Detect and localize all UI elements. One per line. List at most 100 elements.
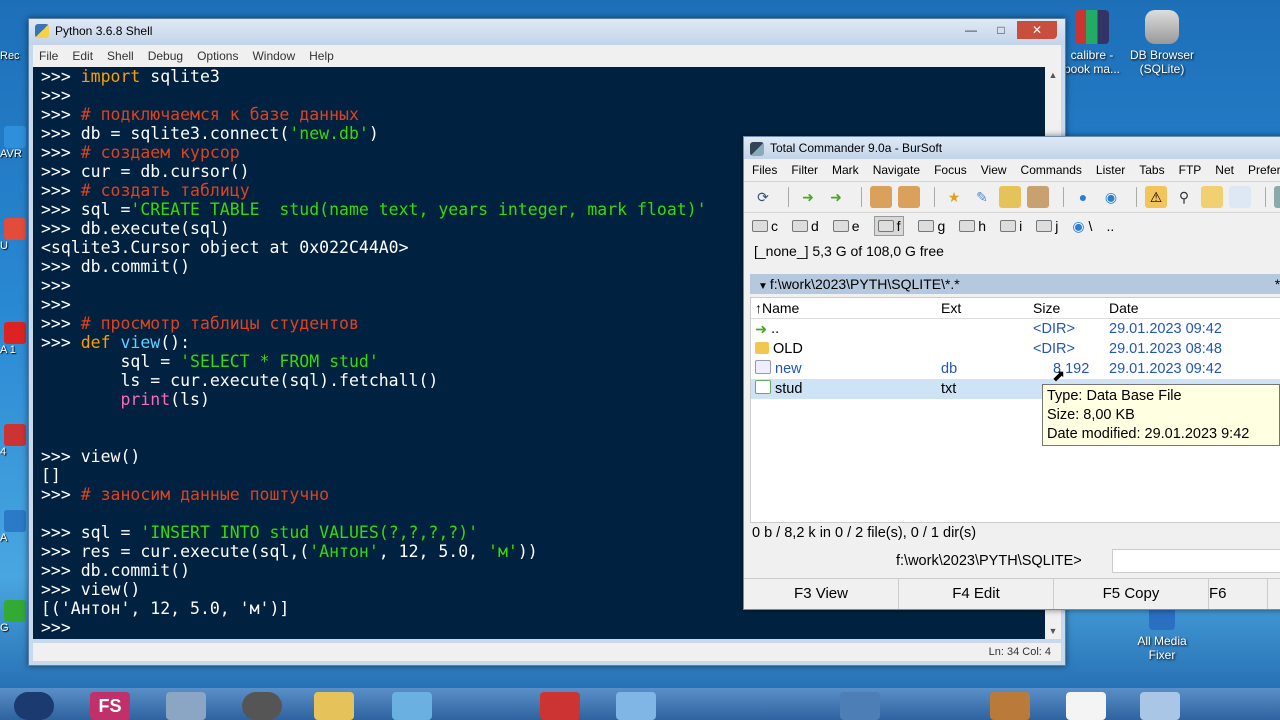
refresh-icon[interactable]: ⟳ — [752, 186, 774, 208]
tc-menu-tabs[interactable]: Tabs — [1139, 163, 1164, 177]
column-date[interactable]: Date — [1109, 298, 1269, 318]
code-token: >>> res = cur.execute(sql,( — [41, 542, 310, 561]
scroll-down-icon[interactable]: ▼ — [1045, 623, 1061, 639]
file-row[interactable]: OLD <DIR> 29.01.2023 08:48 — [751, 339, 1280, 359]
f5-copy-button[interactable]: F5 Copy — [1054, 579, 1209, 609]
taskbar-capture-icon[interactable] — [540, 692, 580, 720]
history-dropdown-icon[interactable]: ▼ — [758, 281, 768, 292]
menu-help[interactable]: Help — [303, 49, 342, 63]
sync-icon[interactable]: ◉ — [1100, 186, 1122, 208]
pencil-icon[interactable]: ✎ — [971, 186, 993, 208]
tc-menu-navigate[interactable]: Navigate — [873, 163, 920, 177]
python-shell-titlebar[interactable]: Python 3.6.8 Shell — □ ✕ — [29, 19, 1065, 45]
drive-g[interactable]: g — [918, 218, 945, 234]
desktop-icon-label: A 1 — [0, 344, 16, 356]
desktop-icon-avr[interactable]: AVR — [0, 126, 30, 160]
taskbar-folder-icon[interactable] — [314, 692, 354, 720]
taskbar-paint-icon[interactable] — [616, 692, 656, 720]
drive-j[interactable]: j — [1036, 218, 1058, 234]
path-bar[interactable]: ▼f:\work\2023\PYTH\SQLITE\*.* * ▼ — [750, 274, 1280, 294]
f4-edit-button[interactable]: F4 Edit — [899, 579, 1054, 609]
menu-shell[interactable]: Shell — [101, 49, 142, 63]
code-token: view — [120, 333, 161, 352]
taskbar-app-icon-2[interactable] — [840, 692, 880, 720]
tc-menu-lister[interactable]: Lister — [1096, 163, 1125, 177]
code-token: >>> db = sqlite3.connect( — [41, 124, 290, 143]
desktop-icon-db-browser[interactable]: DB Browser (SQLite) — [1122, 10, 1202, 76]
unpack-icon[interactable] — [898, 186, 920, 208]
desktop-icon-a1[interactable]: A 1 — [0, 322, 30, 356]
warning-icon[interactable]: ⚠ — [1145, 186, 1167, 208]
pack-icon[interactable] — [870, 186, 892, 208]
start-button[interactable] — [14, 692, 54, 720]
file-row[interactable]: new db 8 192 29.01.2023 09:42 — [751, 359, 1280, 379]
menu-options[interactable]: Options — [191, 49, 246, 63]
tc-titlebar[interactable]: Total Commander 9.0a - BurSoft — [744, 137, 1280, 159]
menu-debug[interactable]: Debug — [142, 49, 191, 63]
tc-menu-filter[interactable]: Filter — [791, 163, 818, 177]
desktop-icon-all-media-fixer[interactable]: All Media Fixer — [1122, 604, 1202, 662]
drive-network[interactable]: ◉ \ — [1072, 218, 1092, 235]
drive-d[interactable]: d — [792, 218, 819, 234]
column-size[interactable]: Size — [1033, 298, 1109, 318]
desktop-icon-g[interactable]: G — [0, 600, 30, 634]
taskbar-document-icon[interactable] — [1066, 692, 1106, 720]
tc-menu-ftp[interactable]: FTP — [1179, 163, 1202, 177]
tc-menu-view[interactable]: View — [981, 163, 1007, 177]
tc-menu-preferences[interactable]: Prefere — [1248, 163, 1280, 177]
python-shell-menubar: File Edit Shell Debug Options Window Hel… — [33, 45, 1061, 67]
drive-i[interactable]: i — [1000, 218, 1022, 234]
network-icon[interactable] — [1229, 186, 1251, 208]
desktop-icon-u[interactable]: U — [0, 218, 30, 252]
toolbar-separator — [1265, 187, 1266, 207]
tc-menu-commands[interactable]: Commands — [1021, 163, 1082, 177]
search-icon[interactable]: ⚲ — [1173, 186, 1195, 208]
drive-f[interactable]: f — [873, 216, 905, 236]
total-commander-window[interactable]: Total Commander 9.0a - BurSoft Files Fil… — [743, 136, 1280, 610]
tc-menu-focus[interactable]: Focus — [934, 163, 967, 177]
file-row[interactable]: ➜.. <DIR> 29.01.2023 09:42 — [751, 319, 1280, 339]
taskbar-python-icon[interactable] — [392, 692, 432, 720]
drive-e[interactable]: e — [832, 218, 860, 234]
f3-view-button[interactable]: F3 View — [744, 579, 899, 609]
taskbar-fs-app[interactable]: FS — [90, 692, 130, 720]
clipboard-icon[interactable] — [1027, 186, 1049, 208]
minimize-button[interactable]: — — [957, 21, 985, 39]
taskbar-tool-icon[interactable] — [1140, 692, 1180, 720]
drive-c[interactable]: c — [752, 218, 778, 234]
forward-arrow-icon[interactable]: ➜ — [825, 186, 847, 208]
desktop-icon-4[interactable]: 4 — [0, 424, 30, 458]
menu-window[interactable]: Window — [246, 49, 303, 63]
taskbar-tc-icon[interactable] — [990, 692, 1030, 720]
column-name[interactable]: ↑Name — [751, 298, 941, 318]
path-controls[interactable]: * ▼ — [1275, 274, 1280, 294]
monitor-icon[interactable] — [1274, 186, 1280, 208]
menu-file[interactable]: File — [33, 49, 66, 63]
drive-parent[interactable]: .. — [1106, 218, 1114, 234]
tc-menu-net[interactable]: Net — [1215, 163, 1234, 177]
shell-statusbar: Ln: 34 Col: 4 — [33, 643, 1061, 661]
maximize-button[interactable]: □ — [987, 21, 1015, 39]
tc-menu-mark[interactable]: Mark — [832, 163, 859, 177]
close-button[interactable]: ✕ — [1017, 21, 1057, 39]
desktop-icon-recycle[interactable]: Rec — [0, 50, 30, 62]
menu-edit[interactable]: Edit — [66, 49, 101, 63]
taskbar-globe-icon[interactable] — [242, 692, 282, 720]
drive-h[interactable]: h — [959, 218, 986, 234]
file-date: 29.01.2023 09:42 — [1109, 361, 1222, 377]
folder-icon[interactable] — [1201, 186, 1223, 208]
browser-icon[interactable]: ● — [1072, 186, 1094, 208]
command-line-input[interactable] — [1112, 549, 1280, 573]
tc-drivebar: c d e f g h i j ◉ \ .. — [744, 213, 1280, 239]
back-arrow-icon[interactable]: ➜ — [797, 186, 819, 208]
code-token: >>> — [41, 276, 81, 295]
taskbar-app-icon[interactable] — [166, 692, 206, 720]
desktop-icon-a[interactable]: A — [0, 510, 30, 544]
copy-icon[interactable] — [999, 186, 1021, 208]
tc-menu-files[interactable]: Files — [752, 163, 777, 177]
toolbar-separator — [1136, 187, 1137, 207]
scroll-up-icon[interactable]: ▲ — [1045, 67, 1061, 83]
f6-button[interactable]: F6 — [1209, 579, 1268, 609]
column-ext[interactable]: Ext — [941, 298, 1033, 318]
star-icon[interactable]: ★ — [943, 186, 965, 208]
